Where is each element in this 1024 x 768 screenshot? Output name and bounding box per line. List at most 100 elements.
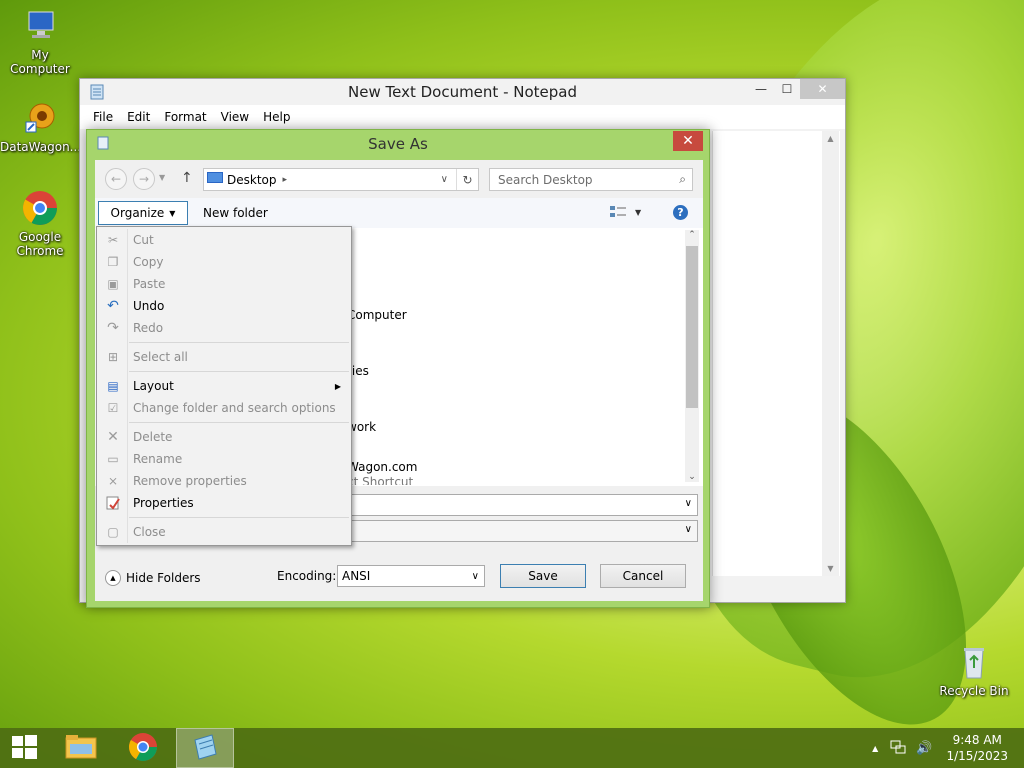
properties-icon [99, 496, 127, 510]
forward-arrow-icon: → [138, 172, 150, 186]
notepad-minimize-button[interactable]: — [748, 79, 774, 99]
rename-icon: ▭ [107, 452, 119, 466]
desktop-icon-recycle-bin[interactable]: Recycle Bin [934, 642, 1014, 698]
menu-format[interactable]: Format [157, 110, 213, 124]
menu-item-label: Undo [133, 299, 165, 313]
menu-item-redo[interactable]: ↷ Redo [99, 317, 349, 339]
view-dropdown-icon[interactable]: ▼ [635, 208, 641, 217]
menu-item-label: Select all [133, 350, 188, 364]
organize-button[interactable]: Organize ▼ [98, 201, 188, 225]
notepad-maximize-button[interactable]: ☐ [774, 79, 800, 99]
file-item-partial: ct Shortcut [347, 475, 414, 485]
menu-item-close[interactable]: ▢ Close [99, 521, 349, 543]
chrome-icon [20, 188, 60, 228]
desktop-icon-datawagon[interactable]: DataWagon.... [0, 98, 85, 154]
recent-locations-chevron-icon[interactable]: ▼ [159, 173, 165, 182]
address-bar[interactable]: Desktop ▸ ∨ ↻ [203, 168, 479, 191]
scroll-thumb[interactable] [686, 246, 698, 408]
file-item-partial[interactable]: Computer [347, 308, 407, 322]
encoding-value: ANSI [342, 569, 371, 583]
menu-item-layout[interactable]: ▤ Layout ▶ [99, 375, 349, 397]
help-icon[interactable]: ? [673, 205, 688, 220]
up-arrow-icon[interactable]: ↑ [181, 170, 193, 186]
collapse-icon: ▲ [105, 570, 121, 586]
clock[interactable]: 9:48 AM 1/15/2023 [946, 732, 1008, 764]
scroll-up-icon[interactable]: ▲ [822, 134, 839, 143]
notepad-caption-buttons: — ☐ ✕ [748, 79, 845, 101]
notepad-text-area[interactable] [712, 131, 840, 576]
menu-item-label: Copy [133, 255, 164, 269]
chevron-down-icon: ∨ [471, 570, 479, 582]
network-icon[interactable] [890, 740, 906, 757]
show-hidden-icons-icon[interactable]: ▲ [872, 744, 878, 753]
copy-icon: ❐ [107, 255, 119, 269]
hide-folders-label: Hide Folders [126, 571, 201, 585]
menu-item-delete[interactable]: ✕ Delete [99, 426, 349, 448]
folder-options-icon: ☑ [107, 401, 119, 415]
chevron-down-icon[interactable]: ∨ [685, 524, 692, 535]
search-input[interactable]: Search Desktop [498, 173, 593, 187]
notepad-title-bar[interactable]: New Text Document - Notepad — ☐ ✕ [80, 79, 845, 105]
menu-item-folder-options[interactable]: ☑ Change folder and search options [99, 397, 349, 419]
menu-item-properties[interactable]: Properties [99, 492, 349, 514]
desktop-icon-google-chrome[interactable]: Google Chrome [0, 188, 80, 258]
search-box[interactable]: Search Desktop ⌕ [489, 168, 693, 191]
taskbar: ▲ 🔊 9:48 AM 1/15/2023 [0, 728, 1024, 768]
menu-item-paste[interactable]: ▣ Paste [99, 273, 349, 295]
submenu-arrow-icon: ▶ [334, 381, 341, 391]
menu-item-remove-properties[interactable]: ⨯ Remove properties [99, 470, 349, 492]
menu-view[interactable]: View [214, 110, 256, 124]
search-icon[interactable]: ⌕ [679, 172, 686, 187]
start-button[interactable] [0, 728, 48, 768]
new-folder-button[interactable]: New folder [203, 206, 268, 220]
refresh-icon[interactable]: ↻ [456, 169, 478, 190]
undo-icon: ↶ [107, 298, 119, 314]
notepad-vertical-scrollbar[interactable]: ▲ ▼ [822, 131, 839, 576]
desktop-icon-my-computer[interactable]: My Computer [0, 6, 80, 76]
taskbar-notepad[interactable] [176, 728, 234, 768]
scroll-up-icon[interactable]: ⌃ [685, 230, 699, 240]
save-as-close-button[interactable]: ✕ [673, 131, 703, 151]
hide-folders-button[interactable]: ▲ Hide Folders [105, 570, 201, 586]
save-button[interactable]: Save [500, 564, 586, 588]
chevron-down-icon[interactable]: ∨ [685, 498, 692, 509]
forward-button[interactable]: → [133, 168, 155, 190]
command-toolbar: Organize ▼ New folder ▼ ? [95, 198, 703, 228]
menu-file[interactable]: File [86, 110, 120, 124]
select-all-icon: ⊞ [107, 350, 119, 364]
menu-item-undo[interactable]: ↶ Undo [99, 295, 349, 317]
chrome-icon [127, 731, 159, 766]
menu-edit[interactable]: Edit [120, 110, 157, 124]
encoding-select[interactable]: ANSI ∨ [337, 565, 485, 587]
taskbar-file-explorer[interactable] [56, 728, 106, 768]
menu-item-select-all[interactable]: ⊞ Select all [99, 346, 349, 368]
cancel-button[interactable]: Cancel [600, 564, 686, 588]
taskbar-google-chrome[interactable] [118, 728, 168, 768]
menu-item-label: Cut [133, 233, 154, 247]
encoding-label: Encoding: [277, 569, 337, 583]
menu-item-rename[interactable]: ▭ Rename [99, 448, 349, 470]
breadcrumb-chevron-icon[interactable]: ▸ [283, 175, 288, 185]
volume-icon[interactable]: 🔊 [916, 741, 932, 756]
save-as-title-bar[interactable]: Save As ✕ [87, 130, 709, 158]
notepad-app-icon [90, 84, 104, 104]
paste-icon: ▣ [107, 277, 119, 291]
notepad-icon [190, 732, 220, 765]
file-explorer-icon [64, 732, 98, 765]
notepad-close-button[interactable]: ✕ [800, 79, 845, 99]
menu-item-cut[interactable]: ✂ Cut [99, 229, 349, 251]
menu-item-copy[interactable]: ❐ Copy [99, 251, 349, 273]
desktop-icon-label: Recycle Bin [939, 684, 1009, 698]
back-button[interactable]: ← [105, 168, 127, 190]
change-view-icon[interactable] [609, 205, 627, 222]
organize-menu: ✂ Cut ❐ Copy ▣ Paste ↶ Undo ↷ Redo ⊞ Sel… [96, 226, 352, 546]
file-name-input[interactable]: ∨ [349, 494, 698, 516]
address-dropdown-icon[interactable]: ∨ [441, 174, 448, 185]
file-item-partial[interactable]: Wagon.com [347, 460, 417, 474]
scroll-down-icon[interactable]: ⌄ [685, 472, 699, 482]
save-as-type-select[interactable]: ∨ [349, 520, 698, 542]
menu-separator [129, 422, 349, 423]
scroll-down-icon[interactable]: ▼ [822, 564, 839, 573]
menu-help[interactable]: Help [256, 110, 297, 124]
menu-item-label: Change folder and search options [133, 401, 336, 415]
